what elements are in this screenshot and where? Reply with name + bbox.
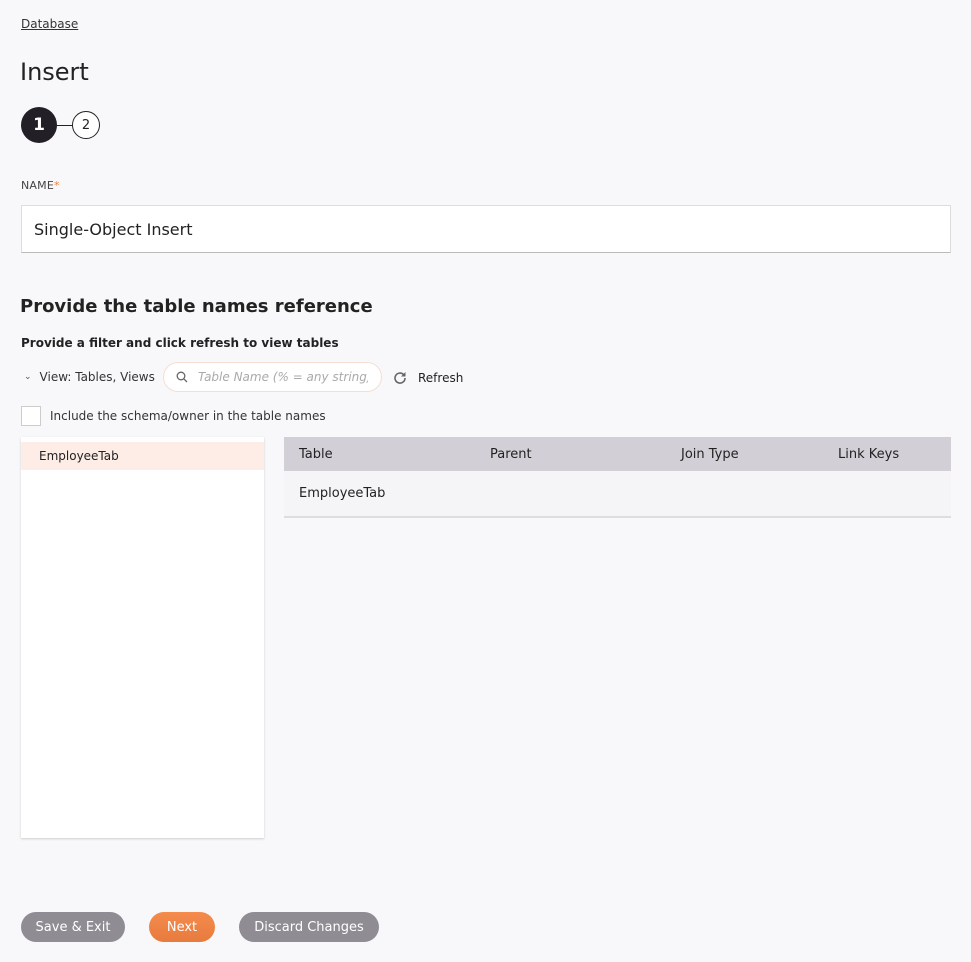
required-marker: * — [54, 179, 60, 192]
table-search-input[interactable] — [198, 370, 368, 384]
chevron-down-icon: ⌄ — [24, 372, 32, 382]
schema-checkbox[interactable] — [21, 406, 41, 426]
view-dropdown-label: View: Tables, Views — [39, 370, 155, 384]
table-row[interactable]: EmployeeTab — [284, 471, 951, 518]
refresh-label: Refresh — [418, 371, 464, 385]
section-subtitle: Provide a filter and click refresh to vi… — [21, 336, 339, 350]
refresh-icon — [394, 372, 406, 384]
cell-table: EmployeeTab — [299, 486, 386, 501]
view-dropdown[interactable]: ⌄ View: Tables, Views — [24, 370, 155, 384]
stepper: 1 2 — [21, 107, 100, 143]
column-header-join-type: Join Type — [681, 446, 739, 462]
breadcrumb-database[interactable]: Database — [21, 17, 78, 31]
column-header-link-keys: Link Keys — [838, 446, 900, 462]
list-item[interactable]: EmployeeTab — [21, 442, 264, 470]
table-header: Table Parent Join Type Link Keys — [284, 437, 951, 471]
name-label: NAME* — [21, 179, 60, 192]
save-exit-button[interactable]: Save & Exit — [21, 912, 125, 942]
step-2[interactable]: 2 — [72, 111, 100, 139]
discard-changes-button[interactable]: Discard Changes — [239, 912, 379, 942]
section-title: Provide the table names reference — [20, 296, 373, 317]
schema-checkbox-label: Include the schema/owner in the table na… — [50, 409, 326, 423]
step-1-active[interactable]: 1 — [21, 107, 57, 143]
name-input[interactable] — [21, 205, 951, 253]
column-header-parent: Parent — [490, 446, 532, 462]
next-button[interactable]: Next — [149, 912, 215, 942]
column-header-table: Table — [299, 446, 333, 462]
table-search[interactable] — [163, 362, 382, 392]
search-icon — [176, 371, 188, 383]
page-title: Insert — [20, 58, 89, 86]
refresh-button[interactable]: Refresh — [392, 370, 463, 386]
available-tables-list: EmployeeTab — [21, 437, 264, 838]
step-connector — [57, 124, 72, 126]
schema-checkbox-row[interactable]: Include the schema/owner in the table na… — [21, 406, 326, 426]
name-label-text: NAME — [21, 179, 54, 192]
selected-tables-table: Table Parent Join Type Link Keys Employe… — [284, 437, 951, 518]
